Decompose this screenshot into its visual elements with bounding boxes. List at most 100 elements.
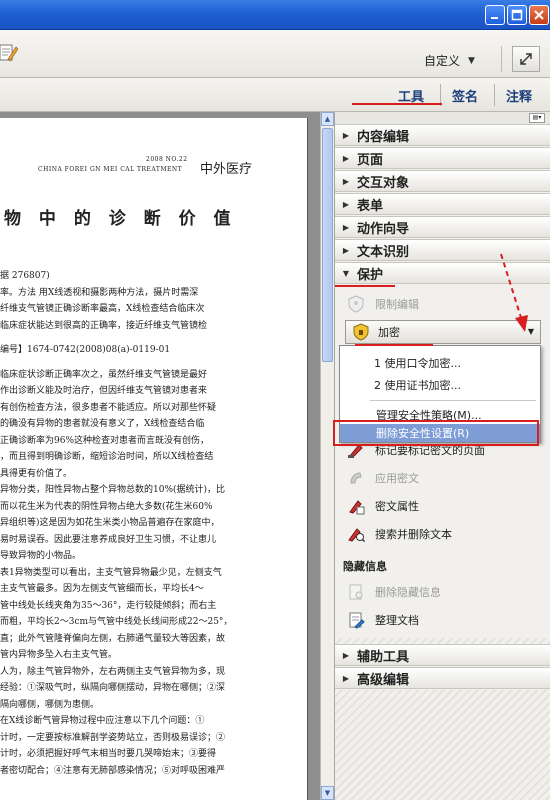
customize-dropdown[interactable]: 自定义 ▼	[424, 52, 475, 69]
chevron-down-icon: ▼	[342, 268, 350, 278]
restrict-editing-item[interactable]: 限制编辑	[345, 292, 419, 316]
panel-section-label: 交互对象	[357, 175, 410, 191]
journal-year: 2008 NO.22	[146, 156, 188, 163]
panel-item-hidden_items-1[interactable]: 整理文档	[345, 608, 419, 632]
minimize-button[interactable]	[485, 5, 505, 25]
tab-sign[interactable]: 签名	[452, 86, 478, 105]
chevron-right-icon: ▶	[342, 650, 350, 660]
tab-divider	[494, 84, 495, 106]
chevron-down-icon: ▼	[468, 55, 475, 66]
scroll-down-arrow-icon[interactable]: ▼	[321, 786, 334, 800]
article-text-line: 而以花生米为代表的阴性异物占绝大多数(花生米60%	[0, 501, 213, 512]
article-text-line: 而粗，平均长2～3cm与气管中线处长线间形成22～25°，	[0, 617, 233, 627]
expand-arrows-icon	[520, 53, 532, 65]
annotation-underline	[355, 344, 433, 346]
document-viewport[interactable]: 2008 NO.22 CHINA FOREI GN MEI CAL TREATM…	[0, 112, 320, 800]
panel-section-label: 表单	[357, 198, 384, 214]
panel-hatch	[335, 690, 550, 800]
chevron-right-icon: ▶	[342, 153, 350, 163]
annotation-underline	[352, 103, 442, 105]
article-text-line: 异物分类，阳性异物占整个异物总数的10%(据统计)，比	[0, 485, 226, 495]
tab-comment[interactable]: 注释	[506, 86, 532, 105]
panel-section-label: 页面	[357, 152, 384, 168]
panel-section-sections_top-0[interactable]: ▶ 内容编辑	[335, 124, 550, 146]
panel-section-sections_top-2[interactable]: ▶ 交互对象	[335, 170, 550, 192]
menu-item-certificate-encrypt[interactable]: 2 使用证书加密...	[340, 374, 540, 396]
article-text-line: 隔向哪侧，哪侧为患侧。	[0, 699, 100, 710]
panel-section-sections_top-3[interactable]: ▶ 表单	[335, 193, 550, 215]
article-text-line: 计时，一定要按标准解剖学姿势站立，否则极易误诊；②	[0, 732, 226, 743]
chevron-right-icon: ▶	[342, 176, 350, 186]
panel-section-sections_bottom-0[interactable]: ▶ 辅助工具	[335, 644, 550, 666]
menu-separator	[370, 400, 536, 401]
article-title: 物 中 的 诊 断 价 值	[4, 209, 237, 229]
article-text-line: ，而且得到明确诊断，缩短诊治时间，所以X线检查结	[0, 452, 214, 462]
article-text-line: 编号】1674-0742(2008)08(a)-0119-01	[0, 345, 171, 355]
article-text-line: 表1异物类型可以看出，主支气管异物最少见，左侧支气	[0, 567, 222, 578]
panel-item-label: 应用密文	[375, 472, 419, 485]
search-remove-text-icon	[345, 523, 367, 545]
panel-header-strip: ▤▾	[335, 112, 550, 124]
panel-section-sections_bottom-1[interactable]: ▶ 高级编辑	[335, 667, 550, 689]
article-text-line: 具得更有价值了。	[0, 468, 73, 479]
article-text-line: 直；此外气管隆脊偏向左侧，右肺通气量较大等因素，故	[0, 633, 226, 644]
restrict-editing-label: 限制编辑	[375, 298, 419, 311]
close-button[interactable]	[529, 5, 549, 25]
menu-item-password-encrypt[interactable]: 1 使用口令加密...	[340, 352, 540, 374]
panel-section-label: 文本识别	[357, 244, 410, 260]
article-text-line: 人为，除主气管异物外，左右两侧主支气管异物为多，现	[0, 666, 226, 677]
window-title-bar	[0, 0, 550, 30]
panel-section-sections_top-1[interactable]: ▶ 页面	[335, 147, 550, 169]
panel-item-hidden_items-0[interactable]: 删除隐藏信息	[345, 580, 441, 604]
article-text-line: 纤维支气管镜正确诊断率最高，X线检查结合临床次	[0, 304, 205, 314]
panel-item-label: 删除隐藏信息	[375, 586, 441, 599]
pdf-page: 2008 NO.22 CHINA FOREI GN MEI CAL TREATM…	[0, 118, 308, 800]
main-toolbar: 自定义 ▼	[0, 30, 550, 78]
panel-item-items-3[interactable]: 搜索并删除文本	[345, 522, 452, 546]
tools-panel: ▤▾ ▶ 内容编辑 ▶ 页面 ▶ 交互对象 ▶ 表单 ▶ 动作向导 ▶ 文本识别 ▼ 保护 限制编辑 加密…	[333, 112, 550, 800]
article-text-line: 在X线诊断气管异物过程中应注意以下几个问题：①	[0, 716, 205, 726]
chevron-right-icon: ▶	[342, 222, 350, 232]
annotation-highlight-box	[333, 420, 539, 446]
scroll-up-arrow-icon[interactable]: ▲	[321, 112, 334, 126]
article-text-line: 管内异物多坠入右主支气管。	[0, 650, 118, 660]
panel-section-label: 保护	[357, 267, 384, 283]
panel-item-label: 整理文档	[375, 614, 419, 627]
maximize-button[interactable]	[507, 5, 527, 25]
remove-hidden-info-icon	[345, 581, 367, 603]
toolbar-separator	[501, 46, 502, 72]
panel-options-icon[interactable]: ▤▾	[529, 113, 545, 123]
article-text-line: 的确没有异物的患者就没有意义了，X线检查结合临	[0, 419, 205, 429]
restrict-shield-icon	[345, 293, 367, 315]
article-text-line: 者密切配合；④注意有无肺部感染情况；⑤对呼吸困难严	[0, 765, 226, 776]
edit-document-icon[interactable]	[0, 43, 18, 63]
panel-item-label: 搜索并删除文本	[375, 528, 452, 541]
article-text-line: 计时，必须把握好呼气末相当时要几哭啼始末；③要得	[0, 749, 217, 759]
article-text-line: 率。方法 用X线透视和摄影两种方法，摄片时需深	[0, 287, 199, 298]
panel-section-sections_top-4[interactable]: ▶ 动作向导	[335, 216, 550, 238]
scrollbar-thumb[interactable]	[322, 128, 333, 362]
minimize-icon	[491, 17, 498, 19]
encrypt-label: 加密	[378, 326, 400, 339]
article-text-line: 临床症状能达到很高的正确率，接近纤维支气管镜检	[0, 320, 208, 331]
expand-view-button[interactable]	[512, 46, 540, 72]
chevron-right-icon: ▶	[342, 673, 350, 683]
document-scrollbar[interactable]: ▲ ▼	[320, 112, 334, 800]
panel-item-items-2[interactable]: 密文属性	[345, 494, 419, 518]
journal-english-name: CHINA FOREI GN MEI CAL TREATMENT	[38, 166, 183, 173]
article-text-line: 有创伤检查方法，很多患者不能适应。所以对那些怀疑	[0, 402, 217, 413]
maximize-icon	[511, 9, 523, 21]
close-icon	[534, 10, 544, 20]
redaction-properties-icon	[345, 495, 367, 517]
panel-section-label: 内容编辑	[357, 129, 410, 145]
article-text-line: 易时易误吞。因此要注意养成良好卫生习惯，不让患儿	[0, 534, 217, 545]
panel-tab-row: 工具 签名 注释	[0, 78, 550, 112]
chevron-right-icon: ▶	[342, 199, 350, 209]
encrypt-shield-icon	[350, 323, 372, 341]
article-text-line: 正确诊断率为96%这种检查对患者而言既没有创伤，	[0, 435, 210, 446]
chevron-right-icon: ▶	[342, 245, 350, 255]
article-text-line: 据 276807)	[0, 271, 50, 281]
article-text-line: 异组织等)这是因为如花生米类小物品普遍存在家庭中，	[0, 518, 220, 528]
journal-chinese-name: 中外医疗	[200, 162, 253, 177]
panel-item-items-1[interactable]: 应用密文	[345, 466, 419, 490]
